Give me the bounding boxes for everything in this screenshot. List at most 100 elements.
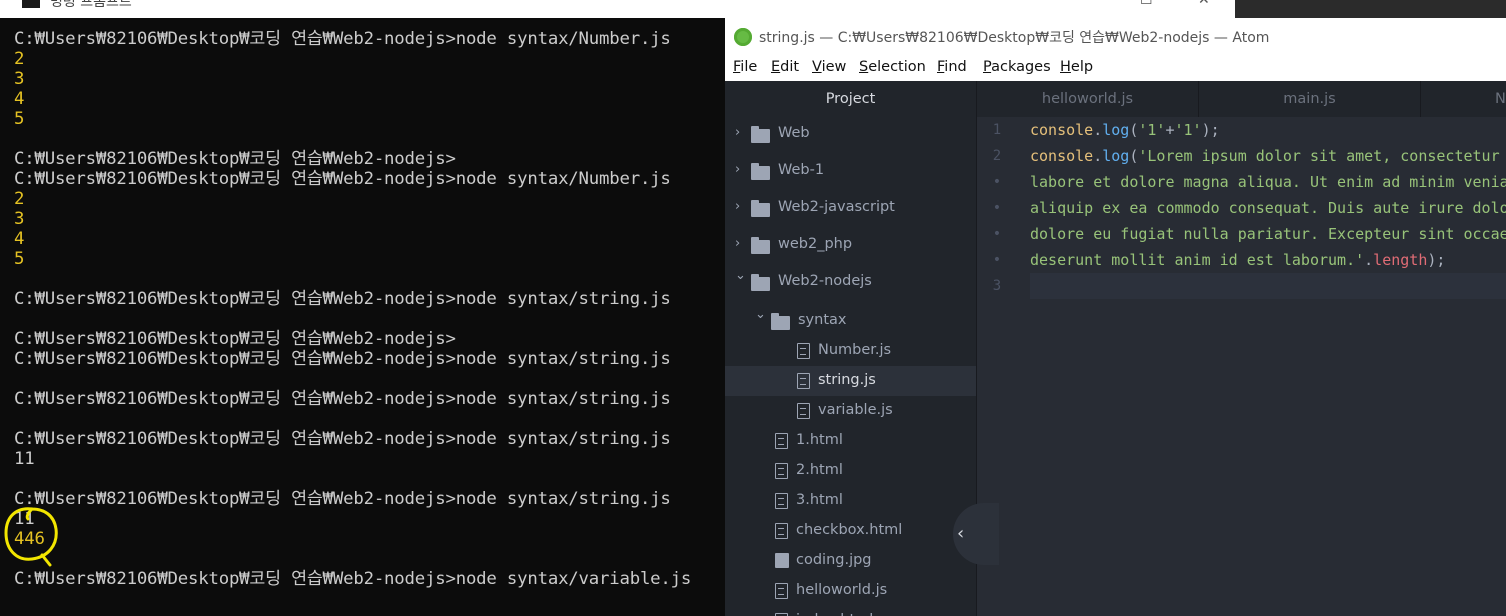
project-tree-header: Project bbox=[825, 91, 876, 107]
tree-item-label: index.html bbox=[796, 612, 873, 616]
code-editor[interactable]: 1 2 • • • • 3 console.log('1'+'1'); console.log(… bbox=[977, 117, 1506, 616]
console-output-line: 5 bbox=[14, 249, 25, 269]
cmd-titlebar[interactable]: 명령 프롬프트 ☐ ✕ bbox=[0, 0, 1235, 18]
code-line: aliquip ex ea commodo consequat. Duis au… bbox=[1030, 199, 1506, 217]
tree-item-variable-js[interactable]: variable.js bbox=[725, 396, 976, 426]
tree-item-label: 1.html bbox=[796, 432, 843, 448]
tree-item-3-html[interactable]: 3.html bbox=[725, 486, 976, 516]
folder-icon bbox=[751, 200, 770, 217]
tree-item-label: string.js bbox=[818, 372, 876, 388]
tree-item-label: variable.js bbox=[818, 402, 893, 418]
atom-menubar: File Edit View Selection Find Packages Help bbox=[725, 56, 1506, 82]
tab-helloworld-js[interactable]: helloworld.js bbox=[977, 81, 1199, 117]
project-tree: Project › Web › Web-1 › Web2-javascript › web2_… bbox=[725, 81, 977, 616]
tree-item-coding-jpg[interactable]: coding.jpg bbox=[725, 546, 976, 576]
tree-item-helloworld-js[interactable]: helloworld.js bbox=[725, 576, 976, 606]
tree-item-label: 2.html bbox=[796, 462, 843, 478]
console-output-line: 4 bbox=[14, 229, 25, 249]
chevron-right-icon[interactable]: › bbox=[735, 126, 747, 140]
console-line: C:₩Users₩82106₩Desktop₩코딩 연습₩Web2-nodejs… bbox=[14, 489, 671, 509]
menu-view[interactable]: View bbox=[812, 59, 846, 75]
console-output-line: 3 bbox=[14, 69, 25, 89]
gutter-line-number: 3 bbox=[992, 278, 1002, 294]
tree-item-label: syntax bbox=[798, 312, 847, 328]
tree-item-string-js[interactable]: string.js bbox=[725, 366, 976, 396]
console-line: C:₩Users₩82106₩Desktop₩코딩 연습₩Web2-nodejs… bbox=[14, 29, 671, 49]
chevron-down-icon[interactable]: ⌄ bbox=[735, 269, 747, 283]
cmd-window-title: 명령 프롬프트 bbox=[50, 0, 132, 10]
console-line: C:₩Users₩82106₩Desktop₩코딩 연습₩Web2-nodejs… bbox=[14, 169, 671, 189]
yellow-highlight-circle bbox=[4, 507, 58, 567]
tree-item-2-html[interactable]: 2.html bbox=[725, 456, 976, 486]
console-output-line: 3 bbox=[14, 209, 25, 229]
code-line: labore et dolore magna aliqua. Ut enim a… bbox=[1030, 173, 1506, 191]
tab-n[interactable]: N bbox=[1421, 81, 1506, 117]
console-line: C:₩Users₩82106₩Desktop₩코딩 연습₩Web2-nodejs… bbox=[14, 149, 456, 169]
file-icon bbox=[775, 463, 788, 479]
menu-packages[interactable]: Packages bbox=[983, 59, 1051, 75]
console-line: C:₩Users₩82106₩Desktop₩코딩 연습₩Web2-nodejs… bbox=[14, 389, 671, 409]
menu-help[interactable]: Help bbox=[1060, 59, 1093, 75]
console-line: C:₩Users₩82106₩Desktop₩코딩 연습₩Web2-nodejs… bbox=[14, 329, 456, 349]
menu-file[interactable]: File bbox=[733, 59, 757, 75]
folder-icon bbox=[751, 237, 770, 254]
tree-item-1-html[interactable]: 1.html bbox=[725, 426, 976, 456]
menu-find[interactable]: Find bbox=[937, 59, 967, 75]
folder-icon bbox=[751, 274, 770, 291]
cmd-console[interactable]: C:₩Users₩82106₩Desktop₩코딩 연습₩Web2-nodejs… bbox=[0, 18, 725, 616]
gutter-line-number: • bbox=[992, 174, 1002, 190]
tree-item-syntax[interactable]: ⌄ syntax bbox=[725, 306, 976, 336]
gutter-line-number: • bbox=[992, 252, 1002, 268]
atom-titlebar[interactable]: string.js — C:₩Users₩82106₩Desktop₩코딩 연습… bbox=[725, 18, 1506, 56]
menu-edit[interactable]: Edit bbox=[771, 59, 799, 75]
chevron-right-icon[interactable]: › bbox=[735, 200, 747, 214]
tree-item-label: Web bbox=[778, 125, 810, 141]
file-icon bbox=[797, 373, 810, 389]
gutter-line-number: • bbox=[992, 200, 1002, 216]
gutter-line-number: 1 bbox=[992, 122, 1002, 138]
chevron-right-icon[interactable]: › bbox=[735, 237, 747, 251]
tree-item-label: coding.jpg bbox=[796, 552, 872, 568]
atom-window-title: string.js — C:₩Users₩82106₩Desktop₩코딩 연습… bbox=[759, 30, 1270, 46]
tree-item-checkbox-html[interactable]: checkbox.html bbox=[725, 516, 976, 546]
console-output-line: 2 bbox=[14, 49, 25, 69]
console-line: C:₩Users₩82106₩Desktop₩코딩 연습₩Web2-nodejs… bbox=[14, 569, 692, 589]
file-icon bbox=[797, 403, 810, 419]
console-line: C:₩Users₩82106₩Desktop₩코딩 연습₩Web2-nodejs… bbox=[14, 289, 671, 309]
tree-item-label: Number.js bbox=[818, 342, 892, 358]
code-line: console.log('1'+'1'); bbox=[1030, 121, 1220, 139]
console-output-line: 2 bbox=[14, 189, 25, 209]
file-icon bbox=[775, 433, 788, 449]
file-icon bbox=[775, 493, 788, 509]
console-line: 11 bbox=[14, 449, 35, 469]
code-line: deserunt mollit anim id est laborum.'.le… bbox=[1030, 251, 1446, 269]
console-output-line: 4 bbox=[14, 89, 25, 109]
tree-item-web-1[interactable]: › Web-1 bbox=[725, 156, 976, 186]
chevron-right-icon[interactable]: › bbox=[735, 163, 747, 177]
file-icon bbox=[775, 583, 788, 599]
atom-window: string.js — C:₩Users₩82106₩Desktop₩코딩 연습… bbox=[725, 18, 1506, 616]
cmd-app-icon bbox=[22, 0, 40, 8]
tree-item-web[interactable]: › Web bbox=[725, 119, 976, 149]
tree-item-number-js[interactable]: Number.js bbox=[725, 336, 976, 366]
menu-selection[interactable]: Selection bbox=[859, 59, 926, 75]
tree-item-web2-javascript[interactable]: › Web2-javascript bbox=[725, 193, 976, 223]
tree-item-web2-nodejs[interactable]: ⌄ Web2-nodejs bbox=[725, 267, 976, 297]
console-line: C:₩Users₩82106₩Desktop₩코딩 연습₩Web2-nodejs… bbox=[14, 429, 671, 449]
console-output-line: 5 bbox=[14, 109, 25, 129]
chevron-down-icon[interactable]: ⌄ bbox=[755, 308, 767, 322]
close-icon[interactable]: ✕ bbox=[1198, 0, 1210, 8]
tree-item-label: Web-1 bbox=[778, 162, 825, 178]
tree-item-label: Web2-javascript bbox=[778, 199, 895, 215]
tree-item-label: checkbox.html bbox=[796, 522, 903, 538]
tree-item-web2-php[interactable]: › web2_php bbox=[725, 230, 976, 260]
chevron-left-icon: ‹ bbox=[957, 523, 965, 544]
image-file-icon bbox=[775, 553, 789, 568]
tab-main-js[interactable]: main.js bbox=[1199, 81, 1421, 117]
console-line: C:₩Users₩82106₩Desktop₩코딩 연습₩Web2-nodejs… bbox=[14, 349, 671, 369]
gutter-line-number: • bbox=[992, 226, 1002, 242]
maximize-icon[interactable]: ☐ bbox=[1140, 0, 1153, 8]
tree-item-index-html[interactable]: index.html bbox=[725, 606, 976, 616]
folder-icon bbox=[751, 163, 770, 180]
editor-tabs: helloworld.js main.js N bbox=[977, 81, 1506, 118]
